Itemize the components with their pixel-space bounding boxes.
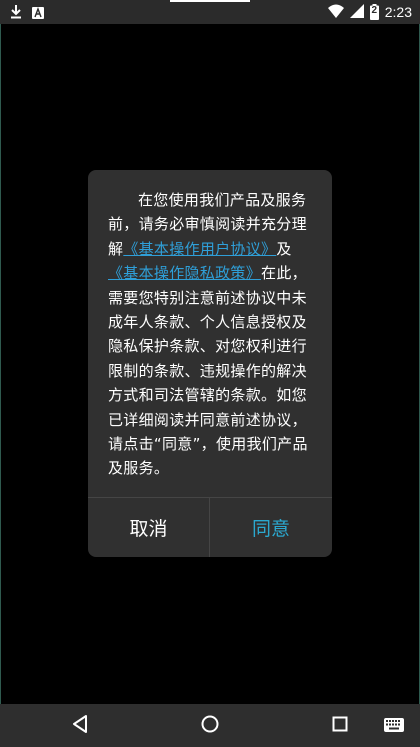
status-bar: 2 2:23 [0,0,420,24]
user-agreement-link[interactable]: 《基本操作用户协议》 [123,240,276,258]
dialog-message: 在您使用我们产品及服务前，请务必审慎阅读并充分理解《基本操作用户协议》及《基本操… [108,188,314,481]
navigation-bar [0,704,420,747]
keyboard-icon [384,717,404,736]
recents-button[interactable] [324,710,356,742]
agree-button[interactable]: 同意 [210,498,332,557]
cancel-button[interactable]: 取消 [88,498,209,557]
screen: 2 2:23 在您使用我们产品及服务前，请务必审慎阅读并充分理解《基本操作用户协… [0,0,420,747]
status-indicator-line [170,0,250,2]
status-right-icons: 2 2:23 [327,2,412,22]
status-time: 2:23 [384,4,412,20]
home-button[interactable] [194,710,226,742]
app-notification-icon [32,4,44,23]
message-body: 在此，需要您特别注意前述协议中未成年人条款、个人信息授权及隐私保护条款、对您权利… [108,264,308,478]
back-button[interactable] [64,710,96,742]
status-left-icons [10,4,44,23]
back-icon [72,715,88,737]
home-icon [201,715,219,737]
battery-charging-icon: 2 [369,4,379,20]
privacy-agreement-dialog: 在您使用我们产品及服务前，请务必审慎阅读并充分理解《基本操作用户协议》及《基本操… [88,170,332,557]
download-icon [10,4,22,23]
recents-icon [332,716,348,736]
keyboard-button[interactable] [378,710,410,742]
privacy-policy-link[interactable]: 《基本操作隐私政策》 [108,264,261,282]
message-conjunction: 及 [276,239,292,258]
cellular-signal-icon [349,3,364,22]
battery-level: 2 [371,5,378,16]
wifi-icon [327,3,344,22]
